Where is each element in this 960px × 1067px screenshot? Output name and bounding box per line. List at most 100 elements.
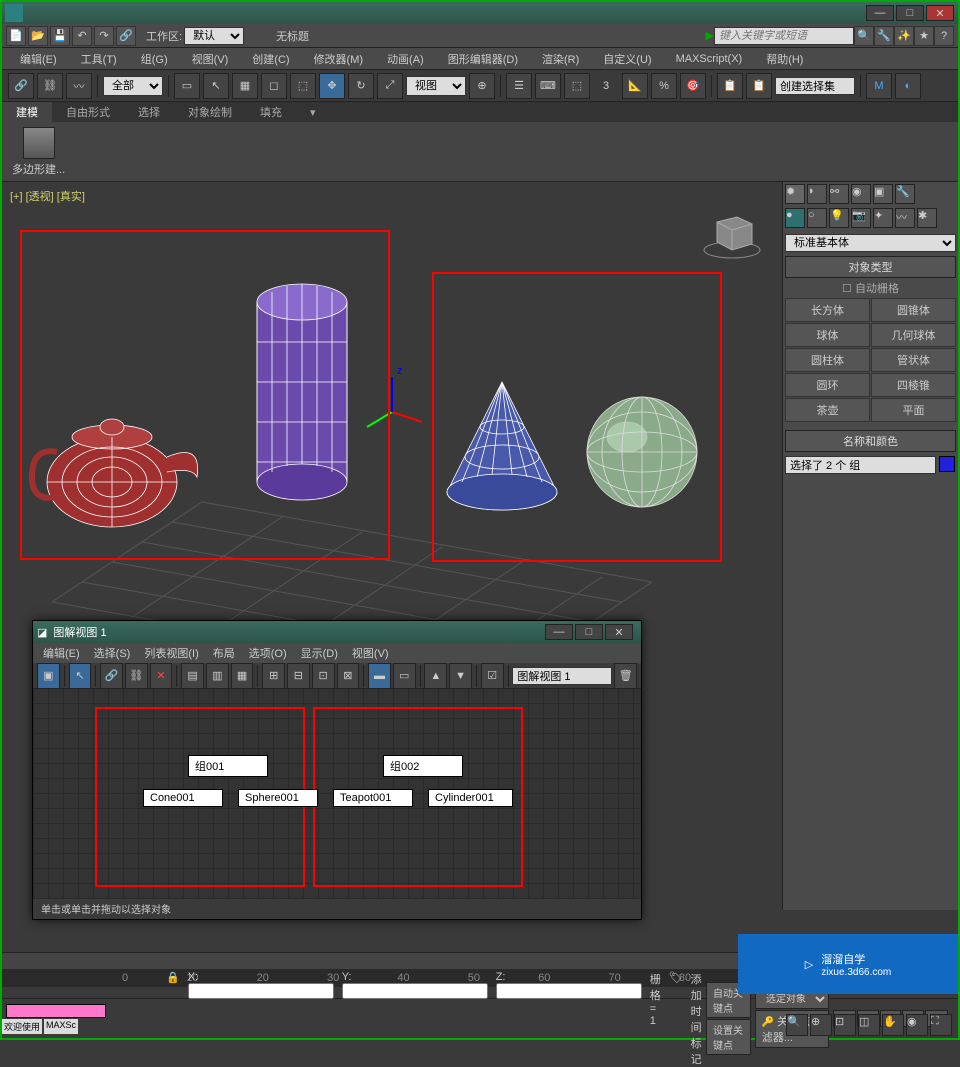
menu-customize[interactable]: 自定义(U) [593, 51, 661, 67]
tab-populate[interactable]: 填充 [246, 102, 296, 122]
node-group2[interactable]: 组002 [383, 755, 463, 777]
timetag-icon[interactable]: 🏷 [669, 971, 683, 1067]
select-window-icon[interactable]: ⬚ [290, 73, 316, 99]
sch-up-icon[interactable]: ▲ [424, 663, 447, 689]
fov-icon[interactable]: ◫ [858, 1014, 880, 1036]
menu-view[interactable]: 视图(V) [182, 51, 239, 67]
tool2-icon[interactable]: ✨ [894, 26, 914, 46]
align-icon[interactable]: ◐ [895, 73, 921, 99]
schematic-canvas[interactable]: 组001 组002 Cone001 Sphere001 Teapot001 Cy… [33, 689, 641, 899]
maximize-vp-icon[interactable]: ⛶ [930, 1014, 952, 1036]
named-sel-icon[interactable]: 📋 [717, 73, 743, 99]
menu-edit[interactable]: 编辑(E) [10, 51, 67, 67]
manipulate-icon[interactable]: ☰ [506, 73, 532, 99]
menu-create[interactable]: 创建(C) [242, 51, 299, 67]
node-group1[interactable]: 组001 [188, 755, 268, 777]
undo-icon[interactable]: ↶ [72, 26, 92, 46]
sch-menu-layout[interactable]: 布局 [207, 645, 241, 661]
btn-pyramid[interactable]: 四棱锥 [871, 373, 956, 397]
pivot-icon[interactable]: ⊕ [469, 73, 495, 99]
sch-menu-select[interactable]: 选择(S) [88, 645, 137, 661]
menu-modifier[interactable]: 修改器(M) [304, 51, 374, 67]
snap-icon[interactable]: ⬚ [564, 73, 590, 99]
cameras-icon[interactable]: 📷 [851, 208, 871, 228]
y-input[interactable] [342, 983, 488, 999]
help-icon[interactable]: ? [934, 26, 954, 46]
refcoord-select[interactable]: 视图 [406, 76, 466, 96]
display-tab-icon[interactable]: ▣ [873, 184, 893, 204]
sch-down-icon[interactable]: ▼ [449, 663, 472, 689]
sch-menu-listview[interactable]: 列表视图(I) [138, 645, 204, 661]
snap-3-icon[interactable]: 3 [593, 73, 619, 99]
bind-tool-icon[interactable]: 〰 [66, 73, 92, 99]
snap-spinner-icon[interactable]: 🎯 [680, 73, 706, 99]
systems-icon[interactable]: ✱ [917, 208, 937, 228]
tab-freeform[interactable]: 自由形式 [52, 102, 124, 122]
setkey-button[interactable]: 设置关键点 [706, 1019, 751, 1055]
workspace-select[interactable]: 默认 [184, 27, 244, 45]
sch-view-select[interactable] [512, 667, 612, 685]
ribbon-polymodel[interactable]: 多边形建... [12, 127, 65, 177]
sch-maximize[interactable]: □ [575, 624, 603, 640]
spacewarps-icon[interactable]: 〰 [895, 208, 915, 228]
timemark-label[interactable]: 添加时间标记 [691, 971, 706, 1067]
x-input[interactable] [188, 983, 334, 999]
sch-arr1-icon[interactable]: ▤ [181, 663, 204, 689]
btn-box[interactable]: 长方体 [785, 298, 870, 322]
play-icon[interactable]: ▶ [706, 29, 714, 42]
zoom-icon[interactable]: 🔍 [786, 1014, 808, 1036]
viewcube[interactable] [702, 202, 762, 262]
sch-pref-icon[interactable]: ☑ [481, 663, 504, 689]
sch-menu-display[interactable]: 显示(D) [295, 645, 344, 661]
menu-render[interactable]: 渲染(R) [532, 51, 589, 67]
btn-plane[interactable]: 平面 [871, 398, 956, 422]
selection-filter[interactable]: 全部 [103, 76, 163, 96]
geometry-icon[interactable]: ● [785, 208, 805, 228]
sch-arr3-icon[interactable]: ▦ [231, 663, 254, 689]
helpers-icon[interactable]: ✦ [873, 208, 893, 228]
search-icon[interactable]: 🔍 [854, 26, 874, 46]
btn-tube[interactable]: 管状体 [871, 348, 956, 372]
sch-col2-icon[interactable]: ▭ [393, 663, 416, 689]
node-cone[interactable]: Cone001 [143, 789, 223, 807]
menu-help[interactable]: 帮助(H) [756, 51, 813, 67]
save-file-icon[interactable]: 💾 [50, 26, 70, 46]
tab-modeling[interactable]: 建模 [2, 102, 52, 122]
close-button[interactable]: ✕ [926, 5, 954, 21]
cursor-tool-icon[interactable]: ↖ [203, 73, 229, 99]
sch-ex1-icon[interactable]: ⊞ [262, 663, 285, 689]
sch-menu-edit[interactable]: 编辑(E) [37, 645, 86, 661]
orbit-icon[interactable]: ◉ [906, 1014, 928, 1036]
star-icon[interactable]: ★ [914, 26, 934, 46]
redo-icon[interactable]: ↷ [94, 26, 114, 46]
tab-objectpaint[interactable]: 对象绘制 [174, 102, 246, 122]
btn-torus[interactable]: 圆环 [785, 373, 870, 397]
sch-arr2-icon[interactable]: ▥ [206, 663, 229, 689]
sch-minimize[interactable]: — [545, 624, 573, 640]
sch-menu-options[interactable]: 选项(O) [243, 645, 293, 661]
node-cylinder[interactable]: Cylinder001 [428, 789, 513, 807]
select-name-icon[interactable]: ▦ [232, 73, 258, 99]
sch-select-icon[interactable]: ↖ [69, 663, 92, 689]
sch-delete-icon[interactable]: ✕ [150, 663, 173, 689]
schematic-titlebar[interactable]: ◪ 图解视图 1 — □ ✕ [33, 621, 641, 643]
select-rect-icon[interactable]: ◻ [261, 73, 287, 99]
hierarchy-tab-icon[interactable]: ⚯ [829, 184, 849, 204]
sch-ex4-icon[interactable]: ⊠ [337, 663, 360, 689]
create-tab-icon[interactable]: ✹ [785, 184, 805, 204]
move-tool-icon[interactable]: ✥ [319, 73, 345, 99]
sch-link-icon[interactable]: 🔗 [100, 663, 123, 689]
tab-selection[interactable]: 选择 [124, 102, 174, 122]
selection-set-input[interactable] [775, 77, 855, 95]
motion-tab-icon[interactable]: ◉ [851, 184, 871, 204]
btn-sphere[interactable]: 球体 [785, 323, 870, 347]
z-input[interactable] [496, 983, 642, 999]
search-input[interactable] [714, 27, 854, 45]
pan-icon[interactable]: ✋ [882, 1014, 904, 1036]
unlink-tool-icon[interactable]: ⛓ [37, 73, 63, 99]
select-tool-icon[interactable]: ▭ [174, 73, 200, 99]
sch-ex3-icon[interactable]: ⊡ [312, 663, 335, 689]
utility-tab-icon[interactable]: 🔧 [895, 184, 915, 204]
snap-percent-icon[interactable]: % [651, 73, 677, 99]
autogrid-check[interactable]: ☐ 自动栅格 [785, 278, 956, 298]
